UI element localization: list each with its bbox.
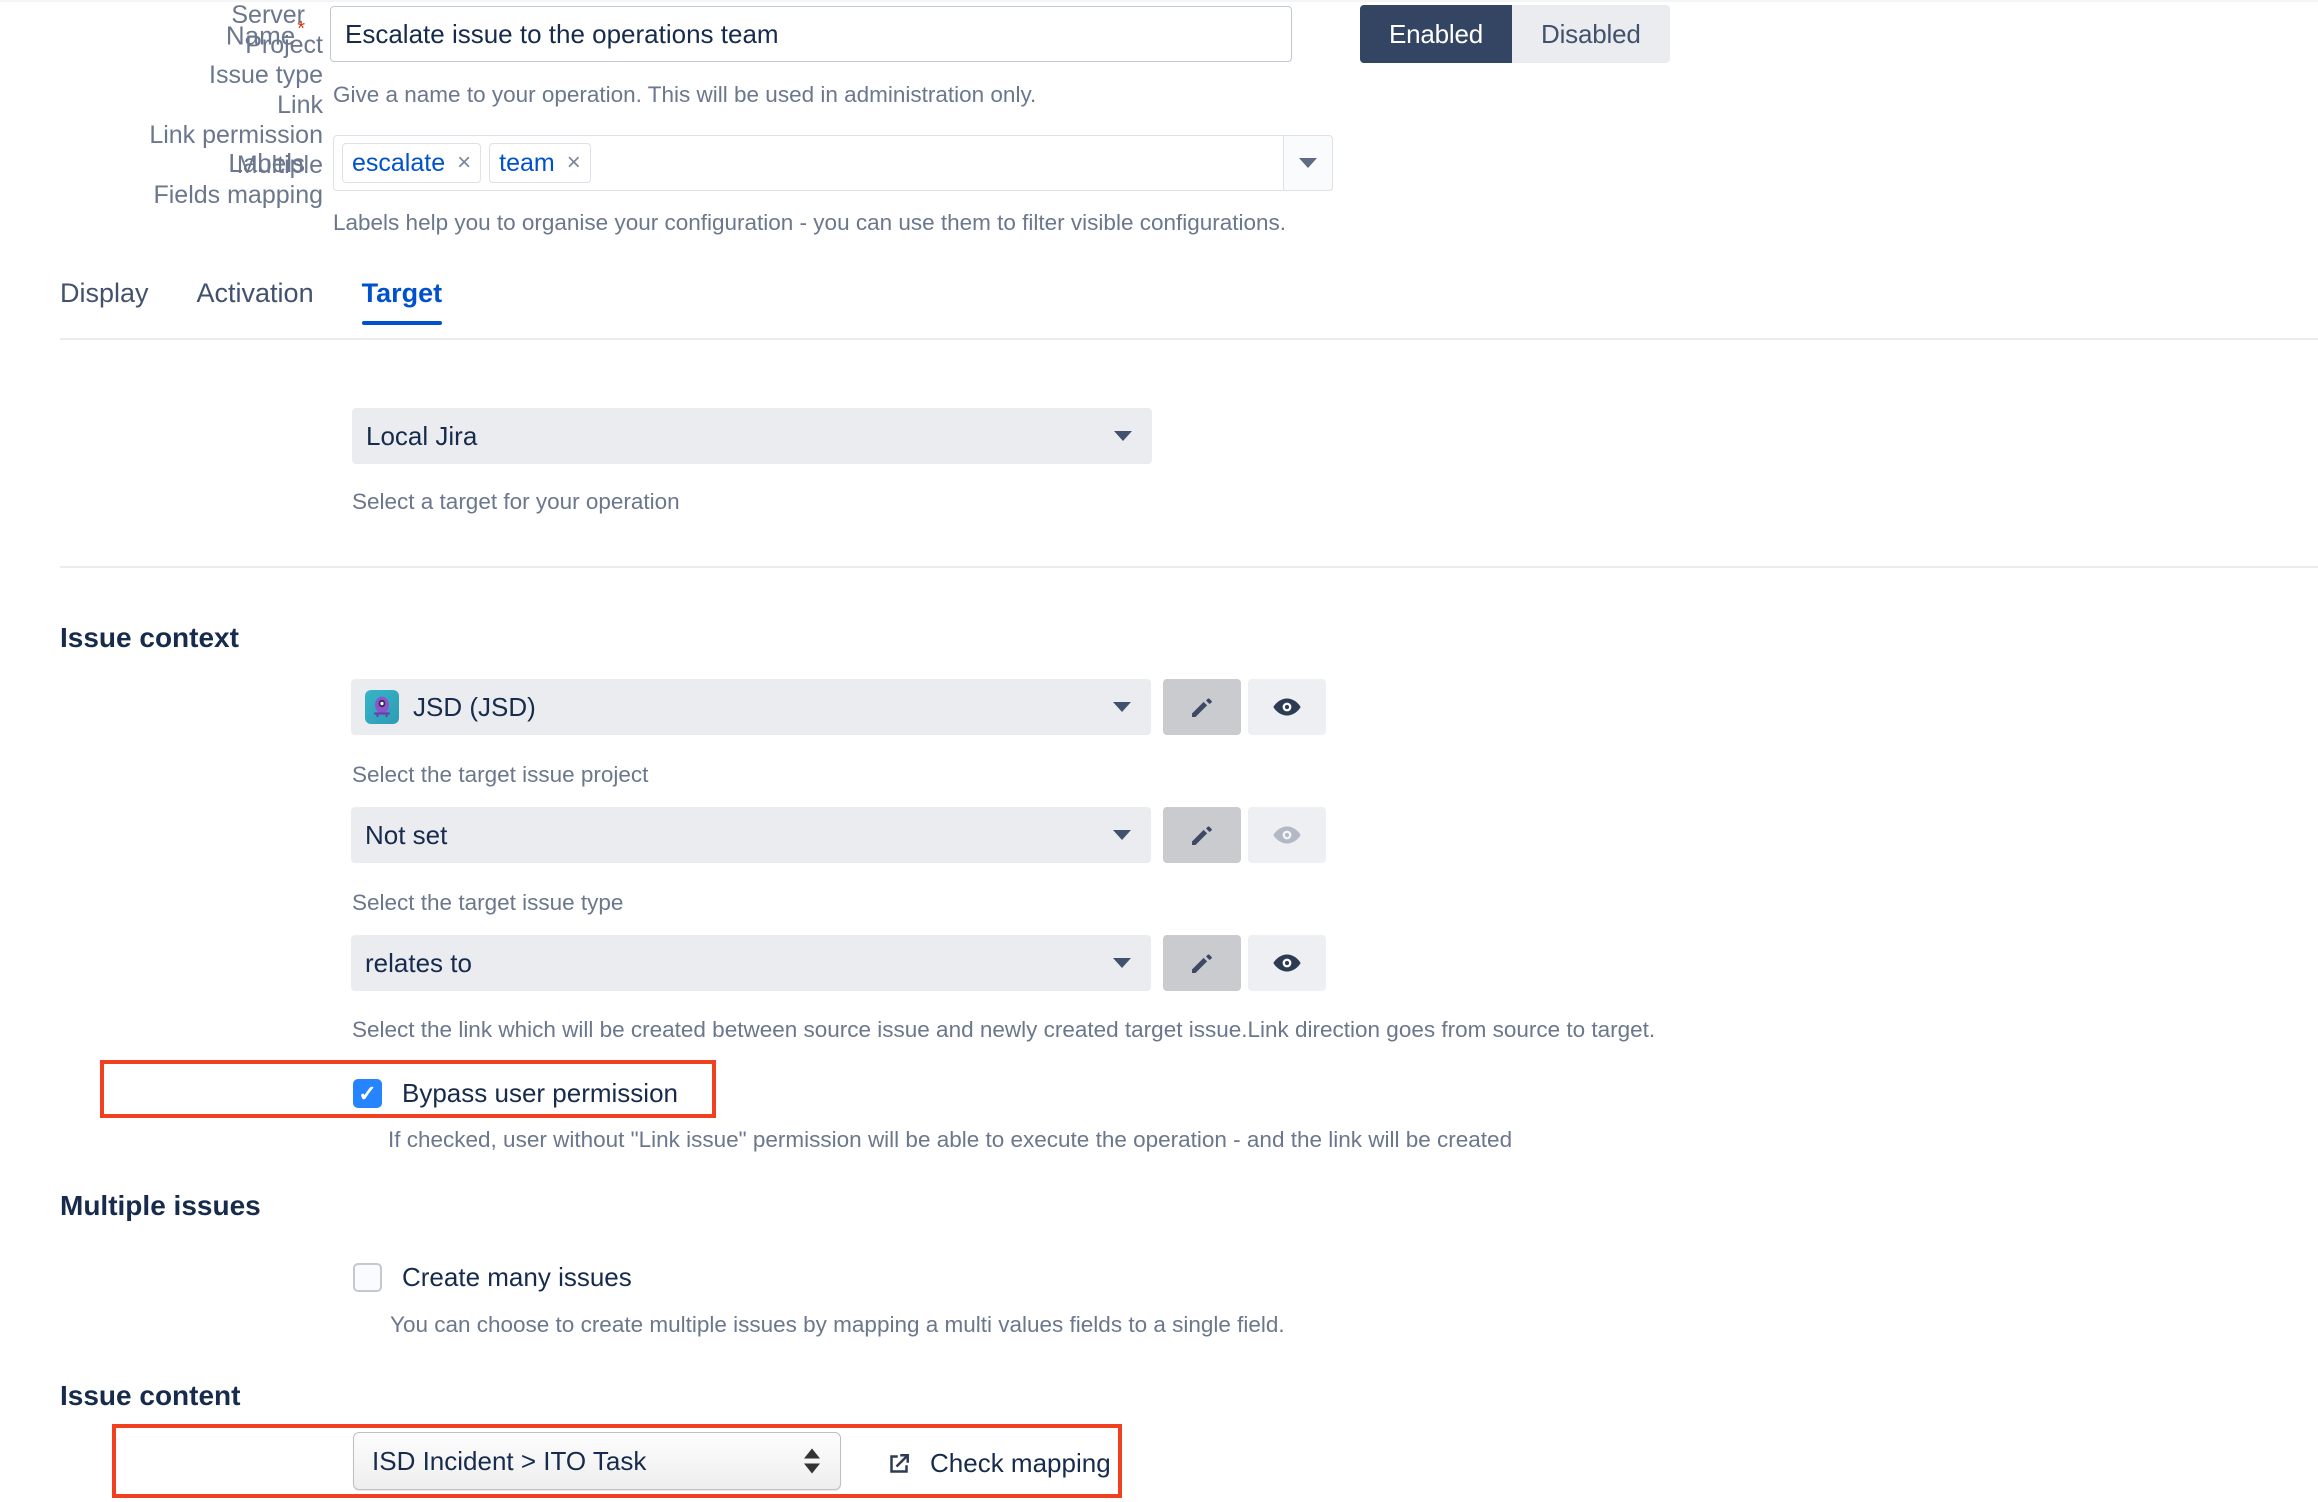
required-asterisk: * [297, 18, 305, 40]
server-select[interactable]: Local Jira [352, 408, 1152, 464]
link-select[interactable]: relates to [351, 935, 1151, 991]
link-field-label: Link [277, 91, 323, 119]
link-edit-button[interactable] [1163, 935, 1241, 991]
tab-bar-divider [60, 338, 2318, 340]
issue-type-edit-button[interactable] [1163, 807, 1241, 863]
link-permission-description: If checked, user without "Link issue" pe… [388, 1127, 1513, 1152]
disabled-toggle-button[interactable]: Disabled [1512, 5, 1670, 63]
label-chip-text: team [499, 148, 555, 177]
fields-mapping-label: Fields mapping [153, 181, 323, 209]
name-label-text: Name [225, 20, 296, 51]
chevron-down-icon [1114, 431, 1132, 441]
server-field-description: Select a target for your operation [352, 489, 680, 514]
name-field-description: Give a name to your operation. This will… [333, 82, 1037, 107]
link-permission-label: Link permission [149, 121, 323, 149]
chevron-down-icon [1113, 830, 1131, 840]
name-input[interactable] [330, 6, 1292, 62]
labels-dropdown-button[interactable] [1283, 135, 1333, 191]
external-link-icon [890, 1453, 909, 1473]
multiple-checkbox-row[interactable]: Create many issues [353, 1262, 632, 1293]
label-chip[interactable]: escalate × [342, 143, 482, 183]
server-select-value: Local Jira [366, 420, 478, 451]
project-preview-button[interactable] [1248, 679, 1326, 735]
label-chip-text: escalate [352, 148, 446, 177]
pencil-icon [1192, 698, 1212, 717]
project-avatar-icon [365, 690, 399, 724]
check-icon: ✓ [358, 1080, 377, 1106]
issue-content-heading: Issue content [60, 1380, 241, 1411]
section-divider [60, 566, 2318, 568]
eye-icon [1273, 954, 1301, 972]
project-edit-button[interactable] [1163, 679, 1241, 735]
tab-bar: Display Activation Target [60, 278, 442, 325]
link-select-value: relates to [365, 947, 472, 978]
chevron-down-icon [1299, 158, 1317, 168]
window-top-edge [0, 0, 2318, 2]
issue-type-field-description: Select the target issue type [352, 890, 624, 915]
eye-icon [1273, 698, 1301, 716]
stepper-arrows-icon [804, 1448, 820, 1474]
create-many-issues-checkbox[interactable] [353, 1263, 382, 1292]
enabled-toggle-button[interactable]: Enabled [1360, 5, 1513, 63]
issue-type-field-label: Issue type [209, 61, 323, 89]
project-select-value: JSD (JSD) [413, 691, 536, 722]
check-mapping-label: Check mapping [930, 1448, 1111, 1478]
remove-label-icon[interactable]: × [567, 149, 581, 177]
status-toggle-group[interactable]: Enabled Disabled [1360, 5, 1670, 63]
labels-input[interactable]: escalate × team × [333, 135, 1333, 191]
multiple-issues-heading: Multiple issues [60, 1190, 261, 1221]
pencil-icon [1192, 826, 1212, 845]
tab-display[interactable]: Display [60, 278, 149, 325]
link-permission-checkbox-row[interactable]: ✓ Bypass user permission [353, 1078, 678, 1109]
check-mapping-button[interactable]: Check mapping [884, 1448, 1111, 1479]
tab-activation[interactable]: Activation [197, 278, 314, 325]
link-field-description: Select the link which will be created be… [352, 1017, 1656, 1042]
fields-mapping-value: ISD Incident > ITO Task [372, 1445, 647, 1476]
multiple-field-description: You can choose to create multiple issues… [390, 1312, 1285, 1337]
pencil-icon [1192, 954, 1212, 973]
link-preview-button[interactable] [1248, 935, 1326, 991]
bypass-user-permission-label: Bypass user permission [402, 1078, 678, 1108]
fields-mapping-select[interactable]: ISD Incident > ITO Task [353, 1432, 841, 1490]
labels-field-label: Labels [228, 148, 305, 178]
chevron-down-icon [1113, 958, 1131, 968]
issue-type-preview-button [1248, 807, 1326, 863]
operation-target-form-page: Name* Give a name to your operation. Thi… [0, 0, 2318, 1502]
eye-icon-disabled [1273, 826, 1301, 844]
issue-type-select-value: Not set [365, 819, 448, 850]
issue-context-heading: Issue context [60, 622, 239, 653]
bypass-user-permission-checkbox[interactable]: ✓ [353, 1079, 382, 1108]
create-many-issues-label: Create many issues [402, 1262, 632, 1292]
chevron-down-icon [1113, 702, 1131, 712]
name-field-label: Name * [0, 18, 305, 52]
labels-field-description: Labels help you to organise your configu… [333, 210, 1287, 235]
project-field-description: Select the target issue project [352, 762, 649, 787]
tab-target[interactable]: Target [361, 278, 442, 325]
label-chip[interactable]: team × [489, 143, 591, 183]
project-select[interactable]: JSD (JSD) [351, 679, 1151, 735]
issue-type-select[interactable]: Not set [351, 807, 1151, 863]
remove-label-icon[interactable]: × [457, 149, 471, 177]
